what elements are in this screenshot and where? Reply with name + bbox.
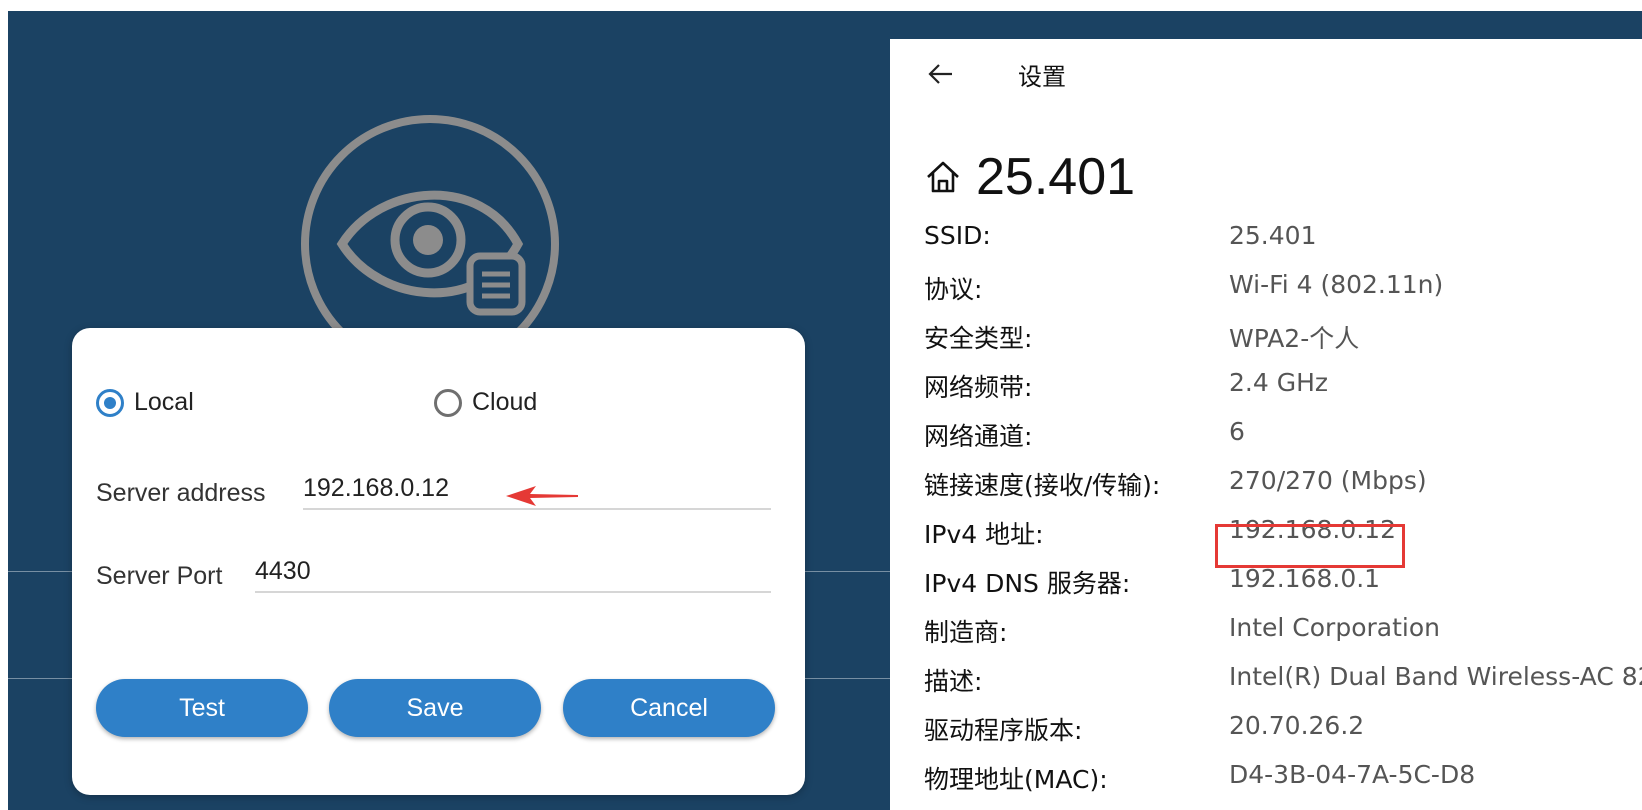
property-row: 制造商: Intel Corporation: [924, 613, 1642, 653]
property-key: 协议:: [924, 275, 983, 304]
property-key: 描述:: [924, 667, 983, 696]
server-port-input[interactable]: [255, 551, 771, 593]
property-key: 制造商:: [924, 618, 1008, 647]
property-row: 驱动程序版本: 20.70.26.2: [924, 711, 1642, 751]
ipv4-highlight-box: [1215, 524, 1405, 568]
settings-title: 设置: [1018, 63, 1066, 91]
windows-settings-panel: 设置 25.401 SSID: 25.401 协议: Wi-Fi 4 (802.11n…: [890, 39, 1642, 810]
property-row: 物理地址(MAC): D4-3B-04-7A-5C-D8: [924, 760, 1642, 800]
radio-local-option[interactable]: Local: [96, 388, 194, 417]
property-key: IPv4 地址:: [924, 520, 1044, 549]
property-key: 网络通道:: [924, 422, 1033, 451]
property-key: 安全类型:: [924, 324, 1033, 353]
network-name: 25.401: [976, 148, 1136, 206]
server-settings-dialog: Local Cloud Server address Server Port T…: [72, 328, 805, 795]
property-value: 20.70.26.2: [1229, 711, 1365, 740]
property-value: 6: [1229, 417, 1245, 446]
property-value: D4-3B-04-7A-5C-D8: [1229, 760, 1476, 789]
property-key: 链接速度(接收/传输):: [924, 471, 1161, 500]
radio-local-label: Local: [134, 388, 194, 416]
radio-local[interactable]: [96, 388, 124, 417]
property-value: 192.168.0.1: [1229, 564, 1381, 593]
property-key: IPv4 DNS 服务器:: [924, 569, 1131, 598]
server-address-label: Server address: [96, 479, 266, 507]
property-row: SSID: 25.401: [924, 221, 1642, 261]
property-row: 协议: Wi-Fi 4 (802.11n): [924, 270, 1642, 310]
home-icon: [927, 161, 959, 193]
network-header: 25.401: [924, 147, 1135, 207]
red-arrow-annotation-icon: [506, 486, 578, 506]
property-row: IPv4 DNS 服务器: 192.168.0.1: [924, 564, 1642, 604]
property-key: 物理地址(MAC):: [924, 765, 1108, 794]
property-value: 25.401: [1229, 221, 1317, 250]
radio-cloud[interactable]: [434, 388, 462, 417]
property-key: 驱动程序版本:: [924, 716, 1083, 745]
server-port-label: Server Port: [96, 562, 223, 590]
property-value: Wi-Fi 4 (802.11n): [1229, 270, 1444, 299]
property-value: 2.4 GHz: [1229, 368, 1328, 397]
property-value: WPA2-个人: [1229, 324, 1360, 353]
property-key: SSID:: [924, 221, 991, 250]
property-value: Intel(R) Dual Band Wireless-AC 82: [1229, 662, 1642, 691]
property-row: 网络频带: 2.4 GHz: [924, 368, 1642, 408]
test-button[interactable]: Test: [96, 679, 308, 737]
property-row: 链接速度(接收/传输): 270/270 (Mbps): [924, 466, 1642, 506]
property-row: 安全类型: WPA2-个人: [924, 319, 1642, 359]
property-value: 270/270 (Mbps): [1229, 466, 1427, 495]
property-row: 网络通道: 6: [924, 417, 1642, 457]
cancel-button[interactable]: Cancel: [563, 679, 775, 737]
radio-cloud-label: Cloud: [472, 388, 538, 416]
back-arrow-icon[interactable]: [926, 59, 956, 89]
property-key: 网络频带:: [924, 373, 1033, 402]
property-row: 描述: Intel(R) Dual Band Wireless-AC 82: [924, 662, 1642, 702]
save-button[interactable]: Save: [329, 679, 541, 737]
radio-cloud-option[interactable]: Cloud: [434, 388, 537, 417]
property-value: Intel Corporation: [1229, 613, 1440, 642]
